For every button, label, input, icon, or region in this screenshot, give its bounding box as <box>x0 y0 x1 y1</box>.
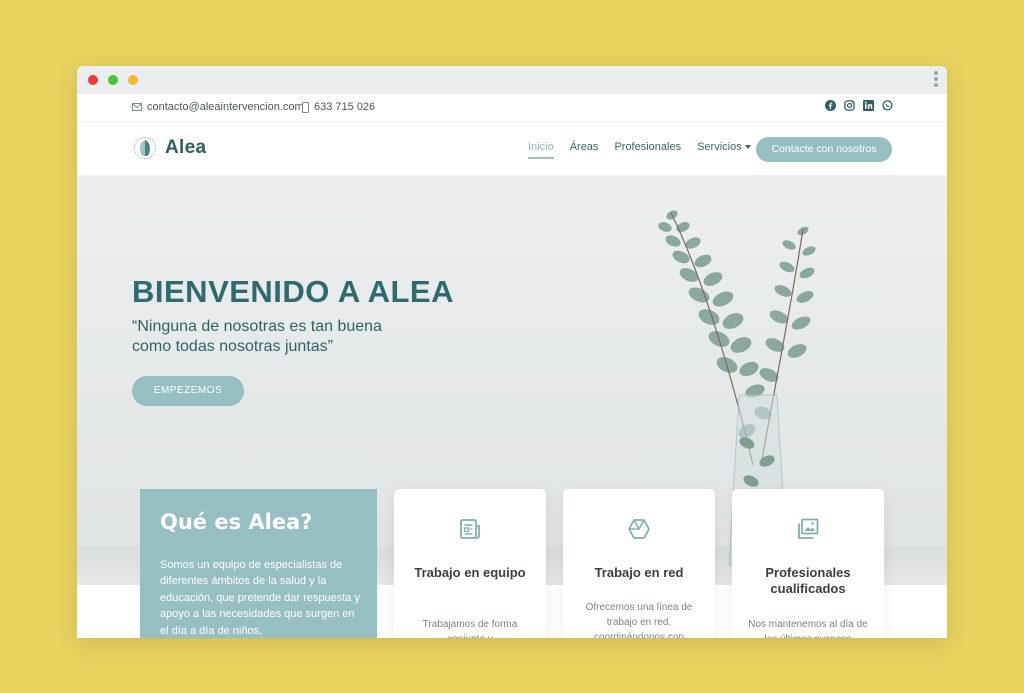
maximize-window-button[interactable] <box>108 75 118 85</box>
main-navbar: Alea Inicio Áreas Profesionales Servicio… <box>77 122 947 176</box>
instagram-icon[interactable] <box>844 100 855 111</box>
card-title: Trabajo en red <box>594 565 684 580</box>
email-link[interactable]: contacto@aleaintervencion.com <box>132 101 304 113</box>
document-icon <box>460 519 480 539</box>
card-text: Trabajamos de forma conjunta y <box>422 619 518 638</box>
hero-quote: “Ninguna de nosotras es tan buena como t… <box>132 317 452 357</box>
email-text: contacto@aleaintervencion.com <box>147 101 304 113</box>
facebook-icon[interactable] <box>825 100 836 111</box>
images-icon <box>798 518 819 539</box>
nav-item-profesionales[interactable]: Profesionales <box>614 141 681 159</box>
about-text: Somos un equipo de especialistas de dife… <box>160 559 360 637</box>
phone-link[interactable]: 633 715 026 <box>302 101 375 113</box>
card-title: Profesionales cualificados <box>765 565 851 596</box>
about-panel: Qué es Alea? Somos un equipo de especial… <box>140 489 377 638</box>
window-chrome <box>77 66 947 94</box>
feature-card-profesionales[interactable]: Profesionales cualificados Nos mantenemo… <box>732 489 884 638</box>
top-contact-bar: contacto@aleaintervencion.com 633 715 02… <box>77 94 947 122</box>
nav-item-servicios-label: Servicios <box>697 141 742 153</box>
minimize-window-button[interactable] <box>128 75 138 85</box>
brand-name: Alea <box>165 137 207 158</box>
card-text: Nos mantenemos al día de los últimos ava… <box>748 619 868 638</box>
brand-logo[interactable]: Alea <box>133 136 206 160</box>
card-text: Ofrecemos una línea de trabajo en red, c… <box>585 602 693 638</box>
nav-item-inicio[interactable]: Inicio <box>528 141 554 159</box>
card-title: Trabajo en equipo <box>414 565 526 580</box>
phone-icon <box>302 101 309 113</box>
start-button[interactable]: EMPEZEMOS <box>132 376 244 406</box>
linkedin-icon[interactable] <box>863 100 874 111</box>
phone-text: 633 715 026 <box>314 101 376 113</box>
chevron-down-icon <box>744 145 751 150</box>
close-window-button[interactable] <box>88 75 98 85</box>
nav-item-servicios[interactable]: Servicios <box>697 141 751 159</box>
logo-icon <box>134 137 156 159</box>
mail-icon <box>132 103 142 111</box>
browser-window: contacto@aleaintervencion.com 633 715 02… <box>77 66 947 638</box>
hero-quote-line-2: como todas nosotras juntas” <box>132 338 333 355</box>
contact-button[interactable]: Contacte con nosotros <box>756 137 892 162</box>
more-options-icon[interactable] <box>934 71 938 89</box>
whatsapp-icon[interactable] <box>882 100 893 111</box>
hero-title: BIENVENIDO A ALEA <box>132 274 454 309</box>
cube-icon <box>628 519 650 539</box>
about-title: Qué es Alea? <box>160 510 313 534</box>
main-nav: Inicio Áreas Profesionales Servicios <box>528 141 767 159</box>
feature-card-trabajo-red[interactable]: Trabajo en red Ofrecemos una línea de tr… <box>563 489 715 638</box>
feature-card-trabajo-equipo[interactable]: Trabajo en equipo Trabajamos de forma co… <box>394 489 546 638</box>
nav-item-areas[interactable]: Áreas <box>570 141 599 159</box>
social-links <box>825 100 893 111</box>
hero-quote-line-1: “Ninguna de nosotras es tan buena <box>132 318 382 335</box>
